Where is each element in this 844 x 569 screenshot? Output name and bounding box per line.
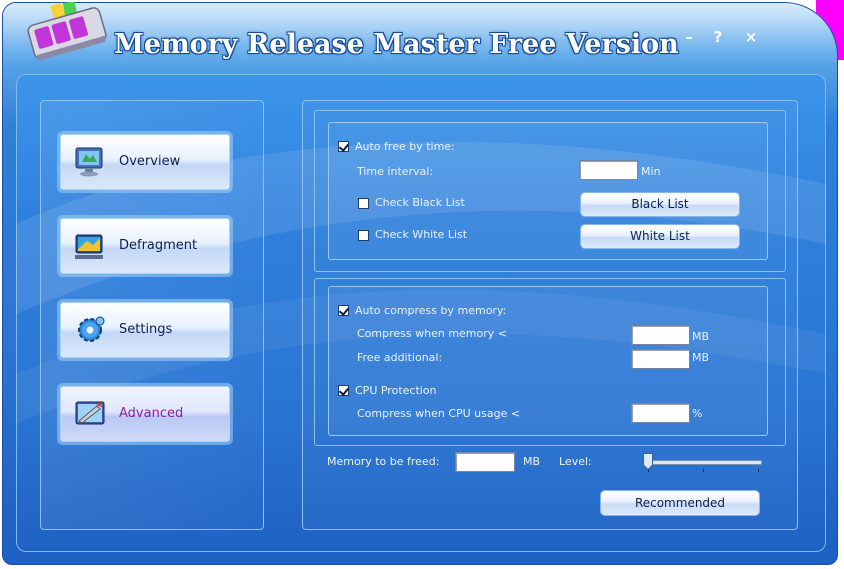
auto-free-by-time-label: Auto free by time:	[355, 140, 455, 153]
check-black-list-checkbox[interactable]	[358, 198, 369, 209]
help-button[interactable]: ?	[709, 28, 727, 46]
nav-overview-label: Overview	[119, 154, 181, 169]
nav-defragment-button[interactable]: Defragment	[60, 218, 230, 274]
nav-advanced-button[interactable]: Advanced	[60, 386, 230, 442]
advanced-tools-icon	[75, 401, 105, 425]
level-slider-tick	[758, 469, 759, 472]
time-interval-label: Time interval:	[357, 165, 434, 178]
nav-overview-button[interactable]: Overview	[60, 134, 230, 190]
cpu-usage-input[interactable]	[631, 403, 690, 423]
free-additional-input[interactable]	[631, 349, 690, 369]
level-slider-thumb[interactable]	[643, 453, 653, 470]
defragment-icon	[75, 234, 103, 259]
free-additional-unit: MB	[692, 351, 710, 364]
check-white-list-checkbox[interactable]	[358, 230, 369, 241]
memory-to-be-freed-unit: MB	[523, 455, 541, 468]
auto-compress-by-memory-checkbox[interactable]	[338, 305, 349, 316]
nav-advanced-label: Advanced	[119, 406, 184, 421]
check-black-list-label: Check Black List	[375, 196, 465, 209]
level-slider-track[interactable]	[648, 460, 762, 465]
cpu-usage-label: Compress when CPU usage <	[357, 407, 521, 420]
free-additional-label: Free additional:	[357, 351, 443, 364]
close-button[interactable]: ×	[742, 28, 760, 46]
cpu-usage-unit: %	[692, 407, 703, 420]
memory-to-be-freed-label: Memory to be freed:	[327, 455, 440, 468]
black-list-button[interactable]: Black List	[580, 192, 740, 217]
nav-settings-button[interactable]: Settings	[60, 302, 230, 358]
auto-compress-by-memory-label: Auto compress by memory:	[355, 304, 507, 317]
level-slider-tick	[703, 469, 704, 472]
nav-defragment-label: Defragment	[119, 238, 198, 253]
gear-icon	[78, 316, 105, 342]
recommended-button[interactable]: Recommended	[600, 490, 760, 516]
time-interval-input[interactable]	[579, 160, 638, 180]
cpu-protection-checkbox[interactable]	[338, 385, 349, 396]
memory-to-be-freed-input[interactable]	[455, 452, 515, 472]
monitor-icon	[75, 147, 103, 177]
app-logo-icon	[27, 2, 107, 61]
compress-when-memory-input[interactable]	[631, 325, 690, 345]
time-interval-unit: Min	[641, 165, 661, 178]
compress-when-memory-unit: MB	[692, 330, 710, 343]
check-white-list-label: Check White List	[375, 228, 468, 241]
compress-when-memory-label: Compress when memory <	[357, 327, 507, 340]
level-label: Level:	[559, 455, 592, 468]
minimize-button[interactable]: –	[680, 28, 698, 46]
auto-free-by-time-checkbox[interactable]	[338, 141, 349, 152]
cpu-protection-label: CPU Protection	[355, 384, 437, 397]
window-title: Memory Release Master Free Version	[114, 29, 679, 60]
nav-settings-label: Settings	[119, 322, 173, 337]
white-list-button[interactable]: White List	[580, 224, 740, 249]
